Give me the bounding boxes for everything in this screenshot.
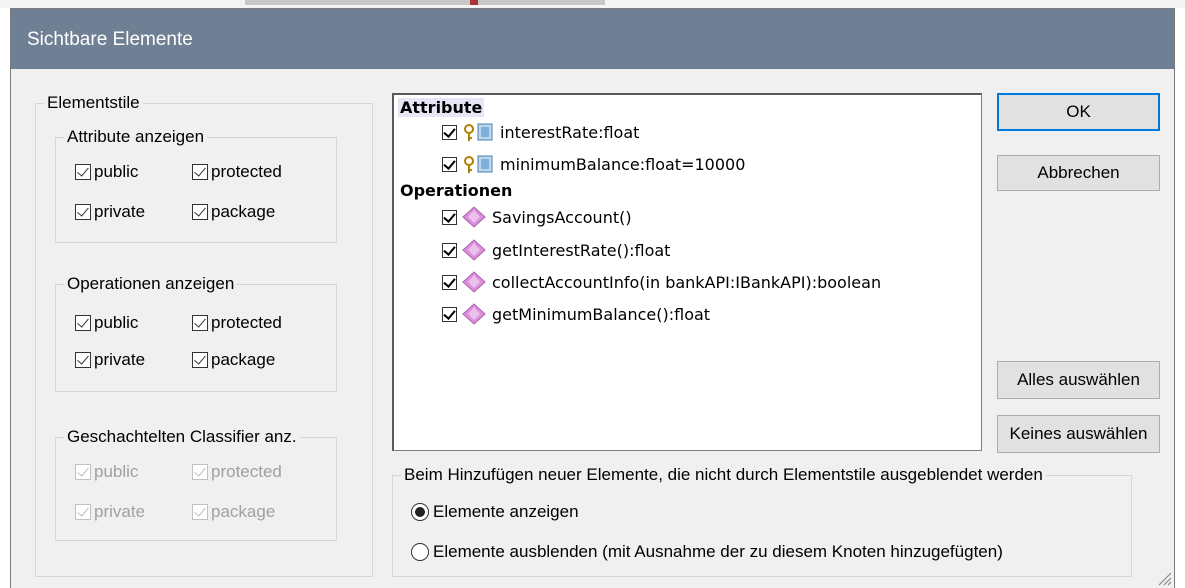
checkbox-label: private [94,502,146,521]
key-field-icon [464,123,493,141]
checkbox-label: public [94,313,139,332]
checkbox-check-icon [75,204,91,220]
item-label: getMinimumBalance():float [492,304,711,324]
dialog-title: Sichtbare Elemente [27,29,193,50]
title-bar[interactable]: Sichtbare Elemente [11,9,1174,69]
checkbox-check-icon [75,164,91,180]
visible-elements-dialog: Sichtbare Elemente Elementstile Attribut… [10,8,1175,588]
checkbox-check-icon [192,164,208,180]
select-none-button[interactable]: Keines auswählen [997,415,1160,453]
checkbox-label: private [94,350,146,369]
item-label: SavingsAccount() [492,207,632,227]
radio-unselected-icon [411,543,429,561]
nested-classifier-group: Geschachtelten Classifier anz. [55,427,337,541]
checkbox-check-icon [75,504,91,520]
operations-private-checkbox[interactable]: private [75,350,145,370]
item-label: collectAccountInfo(in bankAPI:IBankAPI):… [492,272,882,292]
radio-selected-icon [411,503,429,521]
list-item[interactable]: minimumBalance:float=10000 [442,153,745,175]
key-field-icon [464,155,493,173]
background-toolbar-fragment [245,0,605,5]
checkbox-check-icon [75,352,91,368]
show-attributes-group: Attribute anzeigen [55,127,337,243]
show-elements-label: Elemente anzeigen [433,502,579,521]
members-listbox[interactable]: Attribute interestRate:float minimumBala [392,93,982,451]
operations-section-header: Operationen [400,181,513,200]
item-checkbox[interactable] [442,306,457,322]
item-label: getInterestRate():float [492,240,671,260]
checkbox-check-icon [192,204,208,220]
operation-diamond-icon [462,271,486,293]
checkbox-label: package [211,202,276,221]
operation-diamond-icon [462,239,486,261]
checkbox-label: public [94,462,139,481]
resize-grip-icon[interactable] [1156,570,1172,586]
show-operations-group: Operationen anzeigen [55,274,337,392]
nested-protected-checkbox[interactable]: protected [192,462,282,482]
checkbox-check-icon [192,464,208,480]
attributes-package-checkbox[interactable]: package [192,202,275,222]
list-item[interactable]: interestRate:float [442,121,639,143]
list-item[interactable]: collectAccountInfo(in bankAPI:IBankAPI):… [442,271,881,293]
select-all-button[interactable]: Alles auswählen [997,361,1160,399]
checkbox-check-icon [192,352,208,368]
checkbox-label: protected [211,162,282,181]
hide-elements-label: Elemente ausblenden (mit Ausnahme der zu… [433,542,1003,561]
attributes-section-header: Attribute [398,98,485,117]
show-operations-title: Operationen anzeigen [64,274,238,294]
checkbox-label: private [94,202,146,221]
item-checkbox[interactable] [442,124,457,140]
show-elements-radio[interactable]: Elemente anzeigen [411,502,579,522]
attributes-private-checkbox[interactable]: private [75,202,145,222]
checkbox-check-icon [75,464,91,480]
operation-diamond-icon [462,206,486,228]
item-checkbox[interactable] [442,242,457,258]
checkbox-check-icon [192,504,208,520]
checkbox-label: package [211,502,276,521]
item-label: minimumBalance:float=10000 [500,154,746,174]
nested-public-checkbox[interactable]: public [75,462,138,482]
show-attributes-title: Attribute anzeigen [64,127,208,147]
list-item[interactable]: getInterestRate():float [442,239,670,261]
new-elements-title: Beim Hinzufügen neuer Elemente, die nich… [401,465,1046,485]
attributes-protected-checkbox[interactable]: protected [192,162,282,182]
nested-private-checkbox[interactable]: private [75,502,145,522]
item-checkbox[interactable] [442,209,457,225]
background-window-strip [0,0,1185,8]
nested-classifier-title: Geschachtelten Classifier anz. [64,427,300,447]
checkbox-label: package [211,350,276,369]
item-checkbox[interactable] [442,156,457,172]
nested-package-checkbox[interactable]: package [192,502,275,522]
checkbox-check-icon [192,315,208,331]
item-checkbox[interactable] [442,274,457,290]
background-marker [470,0,478,5]
operations-package-checkbox[interactable]: package [192,350,275,370]
attributes-public-checkbox[interactable]: public [75,162,138,182]
checkbox-label: protected [211,462,282,481]
checkbox-label: protected [211,313,282,332]
operations-public-checkbox[interactable]: public [75,313,138,333]
hide-elements-radio[interactable]: Elemente ausblenden (mit Ausnahme der zu… [411,542,1003,562]
cancel-button[interactable]: Abbrechen [997,155,1160,191]
checkbox-check-icon [75,315,91,331]
list-item[interactable]: getMinimumBalance():float [442,303,710,325]
operation-diamond-icon [462,303,486,325]
list-item[interactable]: SavingsAccount() [442,206,632,228]
item-label: interestRate:float [500,122,640,142]
ok-button[interactable]: OK [997,93,1160,131]
element-styles-title: Elementstile [44,93,143,113]
operations-protected-checkbox[interactable]: protected [192,313,282,333]
checkbox-label: public [94,162,139,181]
